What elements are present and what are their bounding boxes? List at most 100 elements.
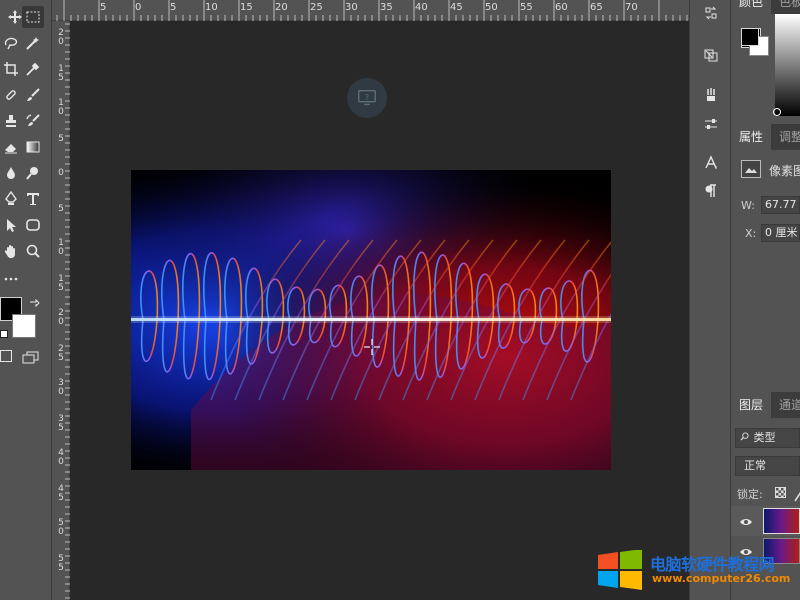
tab-swatches[interactable]: 色板 [771,0,800,14]
ruler-top-label: 65 [590,2,603,13]
watermark-url: www.computer26.com [652,572,791,585]
cursor-crosshair-icon [363,338,381,356]
color-panel-tabs: 颜色 色板 [731,0,800,14]
clone-stamp-tool-icon[interactable] [0,110,22,132]
color-spectrum[interactable] [775,14,800,116]
ruler-left-label: 0 [58,37,64,47]
brush-tool-icon[interactable] [22,84,44,106]
properties-panel-tabs: 属性 调整 [731,124,800,150]
crop-tool-icon[interactable] [0,58,22,80]
document-image[interactable] [131,170,611,470]
tools-panel [0,0,52,600]
ruler-top-label: 60 [555,2,568,13]
ruler-left-label: 0 [58,387,64,397]
tab-properties[interactable]: 属性 [731,124,772,150]
zoom-tool-icon[interactable] [22,240,44,262]
pixel-layer-icon [741,160,761,178]
character-panel-icon[interactable] [700,152,722,174]
pen-tool-icon[interactable] [0,188,22,210]
ruler-top-label: 70 [625,2,638,13]
healing-brush-tool-icon[interactable] [0,84,22,106]
tab-color[interactable]: 颜色 [731,0,772,14]
ruler-left-label: 5 [58,134,64,144]
ruler-left-label: 5 [58,423,64,433]
ruler-left-label: 0 [58,317,64,327]
ruler-left-label: 0 [58,527,64,537]
quick-mask-icon[interactable] [0,350,12,362]
right-panel-dock: 颜色 色板 属性 调整 像素图层 W: 67.77 厘米 X: 0 厘米 图层 … [731,0,800,600]
vertical-ruler: 20151050510152025303540455055 [52,21,70,600]
blend-mode-select[interactable]: 正常 [735,456,800,476]
background-color-swatch[interactable] [12,314,36,338]
x-position-field[interactable]: 0 厘米 [761,224,800,242]
document-canvas-area[interactable]: ? [71,22,689,600]
adjustments-panel-icon[interactable] [700,113,722,135]
ruler-top-label: 35 [380,2,393,13]
gradient-tool-icon[interactable] [22,136,44,158]
ruler-left-label: 5 [58,204,64,214]
path-selection-tool-icon[interactable] [0,214,22,236]
help-watermark-icon: ? [347,78,387,118]
ruler-left-label: 0 [58,168,64,178]
photoshop-window: 5 0 5 10 15 20 25 30 35 40 45 50 55 60 6… [0,0,800,600]
lasso-tool-icon[interactable] [0,32,22,54]
hand-tool-icon[interactable] [0,240,22,262]
ruler-left-label: 5 [58,563,64,573]
ruler-top-label: 40 [415,2,428,13]
ruler-top-label: 0 [135,2,142,13]
dodge-tool-icon[interactable] [22,162,44,184]
ruler-top-label: 20 [275,2,288,13]
ruler-left-label: 5 [58,353,64,363]
blur-tool-icon[interactable] [0,162,22,184]
screen-mode-icon[interactable] [22,350,40,364]
svg-text:?: ? [365,92,369,102]
ruler-top-label: 45 [450,2,463,13]
layers-panel-tabs: 图层 通道 [731,392,800,418]
site-watermark: 电脑软硬件教程网 www.computer26.com [596,548,800,592]
type-tool-icon[interactable] [22,188,44,210]
history-brush-tool-icon[interactable] [22,110,44,132]
ruler-left-label: 5 [58,493,64,503]
visibility-eye-icon[interactable] [739,514,753,528]
color-panel-foreground-swatch-front [741,28,759,46]
rounded-rectangle-tool-icon[interactable] [22,214,44,236]
layer-filter-select[interactable]: 类型 [735,428,800,448]
default-colors-icon[interactable] [0,330,8,338]
eyedropper-tool-icon[interactable] [22,58,44,80]
layer-filter-kind: 类型 [753,431,776,444]
layer-thumbnail [763,508,800,534]
tab-channels[interactable]: 通道 [771,392,800,418]
layer-comps-panel-icon[interactable] [700,44,722,66]
lock-label: 锁定: [737,488,763,501]
brush-presets-panel-icon[interactable] [700,84,722,106]
lock-image-pixels-icon[interactable] [794,487,800,502]
ruler-left-label: 5 [58,283,64,293]
ruler-left-label: 0 [58,247,64,257]
history-panel-icon[interactable] [700,2,722,24]
ruler-top-label: 55 [520,2,533,13]
windows-logo-icon [596,549,644,590]
magic-wand-tool-icon[interactable] [22,32,44,54]
ruler-top-label: 50 [485,2,498,13]
x-label: X: [745,227,757,240]
eraser-tool-icon[interactable] [0,136,22,158]
ruler-top-label: 30 [345,2,358,13]
lock-transparent-pixels-icon[interactable] [775,487,786,498]
width-field[interactable]: 67.77 厘米 [761,196,800,214]
horizontal-ruler: 5 0 5 10 15 20 25 30 35 40 45 50 55 60 6… [52,0,689,21]
width-label: W: [741,199,755,212]
more-tools-icon[interactable] [0,268,22,290]
ruler-left-label: 0 [58,107,64,117]
rectangular-marquee-tool-icon[interactable] [22,6,44,28]
tab-adjustments[interactable]: 调整 [771,124,800,150]
layer-row[interactable] [731,506,800,536]
ruler-top-label: 25 [310,2,323,13]
ruler-top-label: 5 [100,2,107,13]
tab-layers[interactable]: 图层 [731,392,772,418]
swap-colors-icon[interactable] [28,295,40,308]
paragraph-panel-icon[interactable] [700,180,722,202]
pixel-layer-label: 像素图层 [769,164,800,178]
search-icon [740,429,750,447]
ruler-top-label: 15 [240,2,253,13]
color-picker-handle-icon[interactable] [773,108,781,116]
